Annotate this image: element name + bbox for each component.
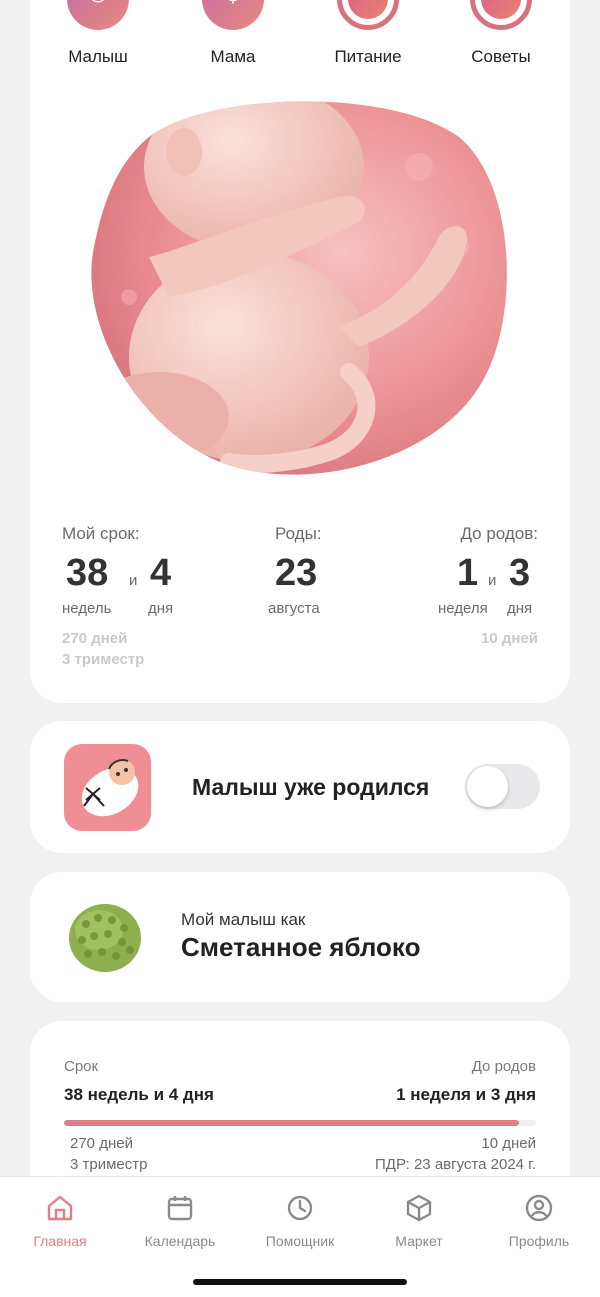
- birth-day-value: 23: [275, 552, 318, 594]
- term-weeks-value: 38: [66, 552, 109, 594]
- birth-label: Роды:: [275, 524, 322, 543]
- baby-born-toggle[interactable]: [465, 764, 540, 809]
- until-days-value: 3: [509, 552, 531, 594]
- box-icon: [406, 1194, 432, 1222]
- baby-born-card: Малыш уже родился: [30, 721, 570, 853]
- nav-label: Профиль: [508, 1233, 570, 1249]
- newborn-icon: [64, 744, 151, 831]
- home-icon: [47, 1195, 73, 1221]
- until-conjunction: и: [488, 572, 497, 589]
- category-label: Малыш: [68, 47, 128, 66]
- term-trimester: 3 триместр: [62, 651, 145, 668]
- my-term-label: Мой срок:: [62, 524, 140, 543]
- progress-term-value: 38 недель и 4 дня: [64, 1085, 214, 1104]
- term-days-unit: дня: [148, 600, 174, 617]
- toggle-knob: [467, 766, 508, 807]
- until-weeks-value: 1: [457, 552, 479, 594]
- nutrition-icon: [337, 0, 399, 30]
- nav-calendar[interactable]: Календарь: [120, 1193, 240, 1249]
- category-label: Мама: [210, 47, 256, 66]
- until-days-unit: дня: [507, 600, 533, 617]
- birth-month: августа: [268, 600, 320, 617]
- nav-assistant[interactable]: Помощник: [240, 1193, 360, 1249]
- term-conjunction: и: [129, 572, 138, 589]
- term-weeks-unit: недель: [62, 600, 112, 617]
- baby-size-fruit-name: Сметанное яблоко: [181, 932, 421, 962]
- term-stats: Мой срок: 38 и 4 недель дня 270 дней 3 т…: [62, 520, 538, 680]
- category-label: Питание: [334, 47, 402, 66]
- progress-bar: [64, 1120, 536, 1126]
- calendar-icon: [167, 1196, 193, 1221]
- due-date: ПДР: 23 августа 2024 г.: [375, 1156, 536, 1173]
- progress-trimester: 3 триместр: [70, 1156, 148, 1173]
- nav-label: Помощник: [265, 1233, 335, 1249]
- progress-bar-fill: [64, 1120, 519, 1126]
- term-total-days: 270 дней: [62, 630, 128, 647]
- custard-apple-icon: [69, 904, 141, 972]
- chat-icon: •••: [470, 0, 532, 30]
- nav-profile[interactable]: Профиль: [479, 1193, 599, 1249]
- home-indicator: [193, 1279, 407, 1285]
- nav-label: Маркет: [395, 1233, 443, 1249]
- baby-born-label: Малыш уже родился: [192, 774, 430, 800]
- until-birth-label: До родов:: [460, 524, 538, 543]
- category-label: Советы: [471, 47, 531, 66]
- until-total-days: 10 дней: [481, 630, 538, 647]
- progress-days-left: 10 дней: [481, 1135, 536, 1152]
- progress-total-days: 270 дней: [70, 1135, 133, 1152]
- term-days-value: 4: [150, 552, 172, 594]
- clock-icon: [287, 1195, 313, 1221]
- progress-until-value: 1 неделя и 3 дня: [396, 1085, 536, 1104]
- fetus-illustration: [91, 101, 507, 475]
- nav-home[interactable]: Главная: [0, 1193, 120, 1249]
- mother-icon: ♀: [202, 0, 264, 30]
- until-weeks-unit: неделя: [438, 600, 488, 617]
- category-bar: ☺ Малыш ♀ Мама Питание ••• Советы: [0, 0, 600, 70]
- profile-icon: [525, 1194, 553, 1222]
- nav-label: Главная: [33, 1233, 87, 1249]
- progress-until-label: До родов: [471, 1058, 536, 1075]
- baby-size-prefix: Мой малыш как: [181, 910, 306, 929]
- nav-label: Календарь: [144, 1233, 216, 1249]
- progress-term-label: Срок: [64, 1058, 99, 1075]
- baby-icon: ☺: [67, 0, 129, 30]
- baby-size-card[interactable]: Мой малыш как Сметанное яблоко: [30, 872, 570, 1002]
- nav-market[interactable]: Маркет: [359, 1193, 479, 1249]
- home-screen: ☺ Малыш ♀ Мама Питание ••• Советы: [0, 0, 600, 1297]
